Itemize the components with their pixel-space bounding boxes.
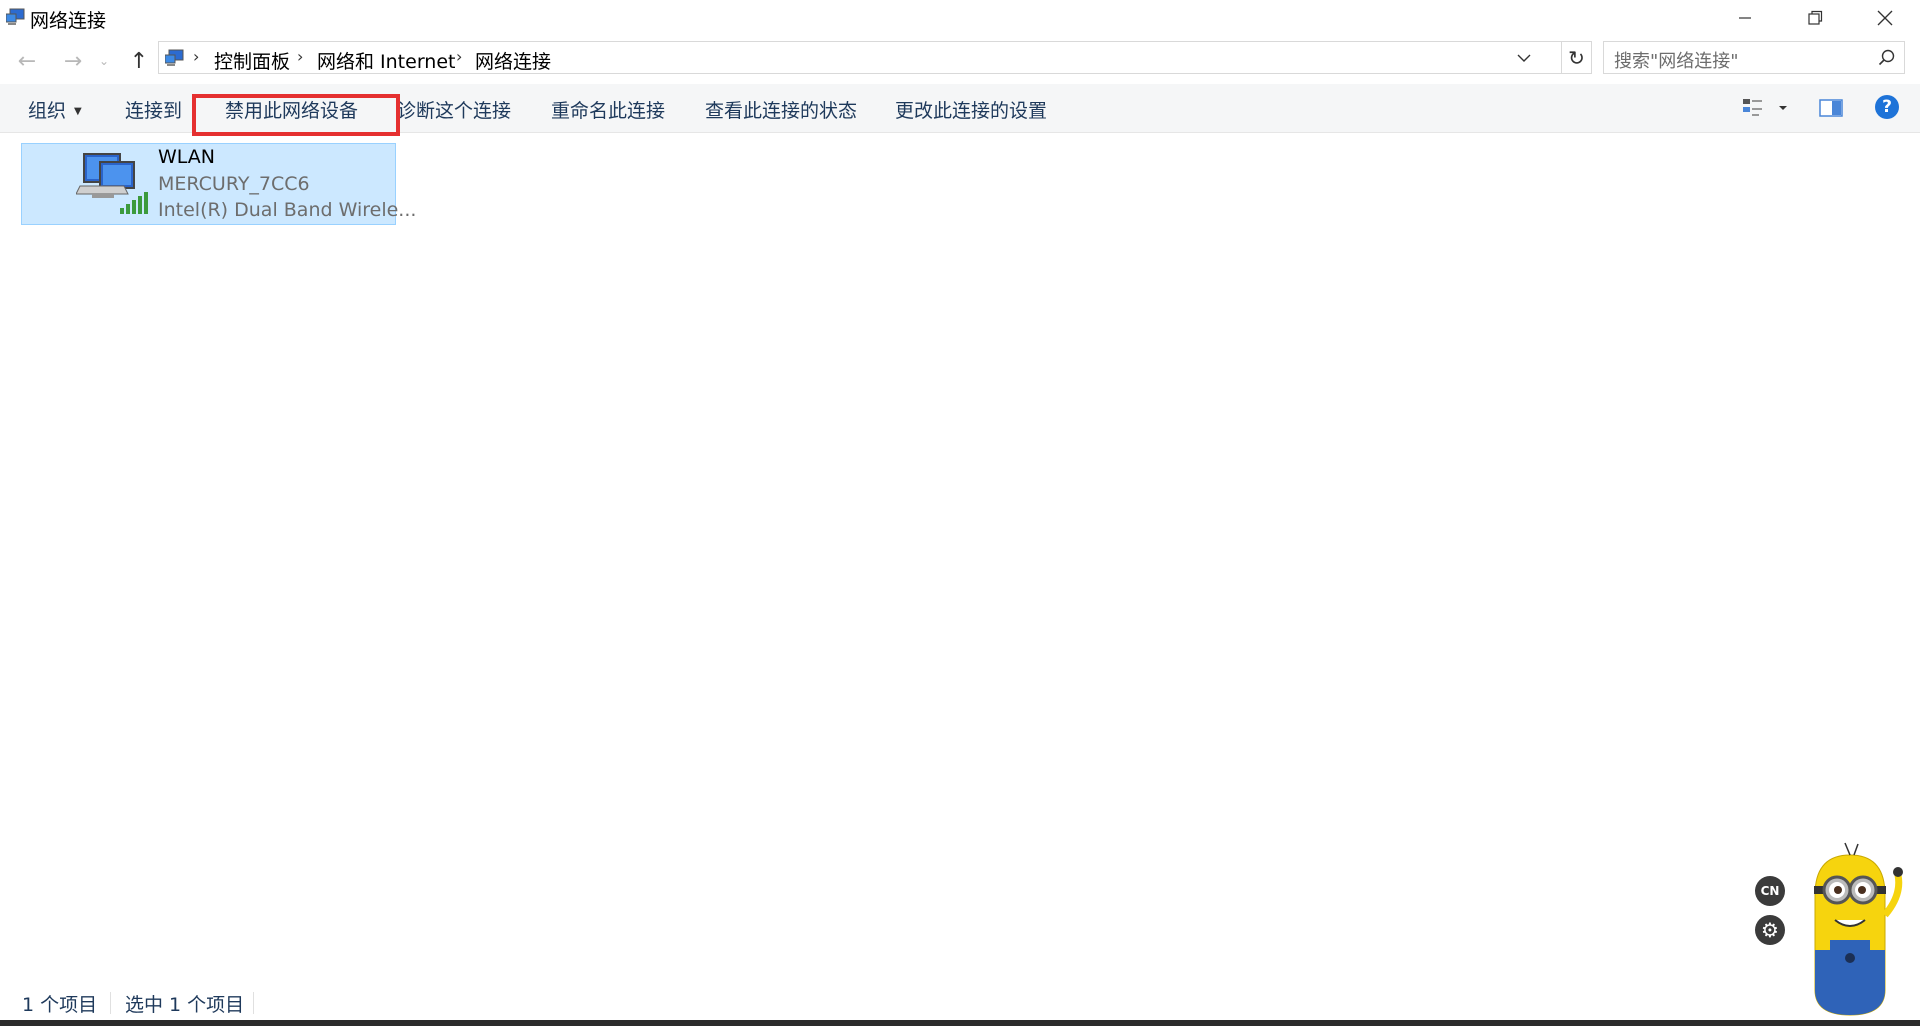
item-network-name: MERCURY_7CC6 — [158, 173, 310, 195]
restore-button[interactable] — [1780, 0, 1850, 36]
breadcrumb-network-internet[interactable]: 网络和 Internet — [317, 47, 455, 74]
close-icon — [1877, 10, 1893, 26]
caret-down-icon: ▼ — [74, 106, 82, 117]
search-placeholder: 搜索"网络连接" — [1614, 51, 1739, 72]
item-name: WLAN — [158, 146, 216, 168]
window-title: 网络连接 — [30, 10, 107, 32]
search-icon[interactable] — [1878, 49, 1896, 67]
connect-to-button[interactable]: 连接到 — [125, 96, 182, 123]
arrow-right-icon: → — [63, 48, 83, 74]
close-button[interactable] — [1850, 0, 1920, 36]
change-view-icon[interactable] — [1742, 96, 1768, 120]
chevron-down-icon: ⌄ — [98, 54, 110, 68]
breadcrumb-control-panel[interactable]: 控制面板 — [214, 47, 290, 74]
address-bar[interactable]: › 控制面板 › 网络和 Internet › 网络连接 — [158, 41, 1562, 74]
recent-locations-button[interactable]: ⌄ — [96, 48, 112, 74]
breadcrumb-network-connections[interactable]: 网络连接 — [475, 47, 551, 74]
address-dropdown-icon[interactable] — [1515, 48, 1533, 68]
status-item-count: 1 个项目 — [22, 994, 98, 1016]
help-icon[interactable]: ? — [1875, 95, 1899, 119]
rename-button[interactable]: 重命名此连接 — [551, 96, 665, 123]
refresh-button[interactable]: ↻ — [1562, 41, 1592, 74]
network-connections-icon — [6, 8, 25, 25]
restore-icon — [1808, 10, 1823, 25]
status-divider — [110, 992, 111, 1014]
up-button[interactable]: ↑ — [126, 48, 152, 74]
breadcrumb-separator-icon[interactable]: › — [193, 47, 199, 66]
refresh-icon: ↻ — [1568, 45, 1585, 70]
organize-label: 组织 — [28, 100, 67, 122]
status-divider — [253, 992, 254, 1014]
change-settings-button[interactable]: 更改此连接的设置 — [895, 96, 1047, 123]
view-options-dropdown-icon[interactable] — [1776, 96, 1790, 120]
status-selected-count: 选中 1 个项目 — [125, 994, 245, 1016]
view-status-button[interactable]: 查看此连接的状态 — [705, 96, 857, 123]
breadcrumb-separator-icon[interactable]: › — [456, 47, 462, 66]
breadcrumb-separator-icon[interactable]: › — [297, 47, 303, 66]
forward-button[interactable]: → — [60, 48, 86, 74]
title-bar: 网络连接 — [0, 0, 1920, 36]
taskbar-edge — [0, 1020, 1920, 1026]
search-box[interactable]: 搜索"网络连接" — [1603, 41, 1905, 74]
organize-menu[interactable]: 组织 ▼ — [28, 96, 82, 123]
diagnose-button[interactable]: 诊断这个连接 — [397, 96, 511, 123]
language-button[interactable]: CN — [1755, 876, 1785, 906]
minimize-button[interactable] — [1710, 0, 1780, 36]
network-item-wlan[interactable]: WLAN MERCURY_7CC6 Intel(R) Dual Band Wir… — [21, 143, 416, 225]
highlight-annotation-box — [192, 94, 400, 136]
control-panel-icon — [165, 49, 184, 66]
item-adapter-name: Intel(R) Dual Band Wirele... — [158, 199, 417, 221]
language-label: CN — [1760, 884, 1780, 898]
arrow-up-icon: ↑ — [129, 48, 149, 74]
preview-pane-icon[interactable] — [1818, 96, 1844, 120]
minion-mascot-icon[interactable] — [1790, 840, 1910, 1020]
back-button[interactable]: ← — [14, 48, 40, 74]
minimize-icon — [1739, 17, 1751, 19]
status-bar: 1 个项目 选中 1 个项目 — [0, 988, 1920, 1018]
gear-icon[interactable]: ⚙ — [1755, 915, 1785, 945]
wireless-network-adapter-icon — [76, 153, 148, 214]
arrow-left-icon: ← — [17, 48, 37, 74]
assistant-widget[interactable]: CN ⚙ — [1750, 840, 1920, 1020]
